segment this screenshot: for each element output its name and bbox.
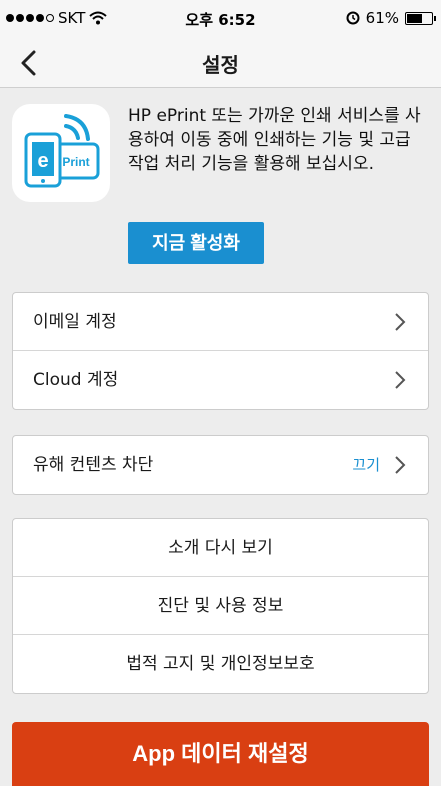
eprint-promo: Print e HP ePrint 또는 가까운 인쇄 서비스를 사용하여 이동… [0,88,441,268]
info-group: 소개 다시 보기 진단 및 사용 정보 법적 고지 및 개인정보보호 [12,518,429,694]
diagnostics-usage-row[interactable]: 진단 및 사용 정보 [13,577,428,635]
row-label: Cloud 계정 [33,370,119,390]
content-block-group: 유해 컨텐츠 차단 끄기 [12,435,429,495]
status-right: 61% [346,9,436,27]
svg-text:e: e [37,150,48,172]
email-account-row[interactable]: 이메일 계정 [13,293,428,351]
content-block-row[interactable]: 유해 컨텐츠 차단 끄기 [13,436,428,494]
navigation-bar: 설정 [0,38,441,88]
accounts-group: 이메일 계정 Cloud 계정 [12,292,429,410]
promo-description: HP ePrint 또는 가까운 인쇄 서비스를 사용하여 이동 중에 인쇄하는… [128,106,421,174]
row-label: 유해 컨텐츠 차단 [33,455,154,475]
reset-app-data-button[interactable]: App 데이터 재설정 [12,722,429,786]
chevron-right-icon [395,456,406,474]
battery-percent: 61% [365,9,399,27]
cloud-account-row[interactable]: Cloud 계정 [13,351,428,409]
content-block-status: 끄기 [352,456,380,474]
chevron-right-icon [395,313,406,331]
legal-privacy-row[interactable]: 법적 고지 및 개인정보보호 [13,635,428,693]
svg-text:Print: Print [62,155,89,169]
status-bar: SKT 오후 6:52 61% [0,0,441,38]
page-title: 설정 [202,53,239,77]
battery-icon [405,11,436,25]
alarm-icon [346,11,360,25]
hp-eprint-app-icon: Print e [12,104,110,202]
row-label: 이메일 계정 [33,312,117,332]
replay-intro-row[interactable]: 소개 다시 보기 [13,519,428,577]
activate-now-button[interactable]: 지금 활성화 [128,222,264,264]
chevron-right-icon [395,371,406,389]
